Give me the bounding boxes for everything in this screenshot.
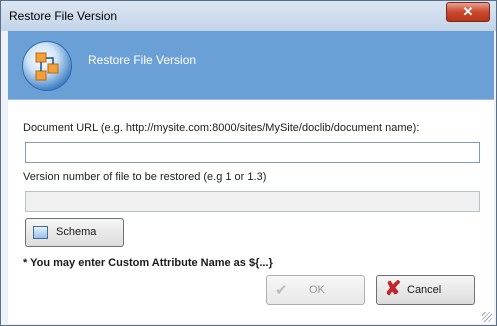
version-number-label: Version number of file to be restored (e…: [23, 171, 267, 183]
document-url-input[interactable]: [25, 142, 480, 163]
schema-button[interactable]: Schema: [25, 218, 124, 247]
close-icon: ✕: [462, 4, 474, 19]
checkmark-icon: ✔: [275, 282, 288, 299]
cancel-button[interactable]: ✘ Cancel: [376, 275, 475, 305]
cancel-button-label: Cancel: [407, 284, 442, 296]
close-button[interactable]: ✕: [446, 2, 490, 22]
ok-button-label: OK: [309, 284, 325, 296]
resize-grip[interactable]: [482, 312, 492, 322]
dialog-body: Document URL (e.g. http://mysite.com:800…: [8, 100, 494, 324]
version-number-input[interactable]: [25, 191, 480, 212]
workflow-icon: [22, 41, 72, 91]
window-title: Restore File Version: [9, 9, 118, 23]
title-bar[interactable]: Restore File Version ✕: [1, 1, 496, 31]
cancel-x-icon: ✘: [384, 278, 402, 300]
custom-attribute-note: * You may enter Custom Attribute Name as…: [23, 257, 273, 269]
window-icon: [33, 226, 48, 239]
header-banner: Restore File Version: [8, 31, 494, 100]
schema-button-label: Schema: [56, 226, 97, 238]
banner-title: Restore File Version: [88, 53, 197, 67]
document-url-label: Document URL (e.g. http://mysite.com:800…: [23, 122, 420, 134]
restore-file-version-dialog: Restore File Version ✕ Restore File Vers…: [0, 0, 497, 326]
ok-button[interactable]: ✔ OK: [266, 275, 365, 305]
